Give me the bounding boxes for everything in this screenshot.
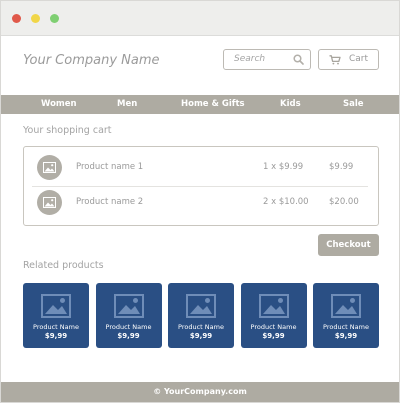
cart-item-total: $9.99 — [329, 162, 354, 172]
cart-label: Cart — [349, 54, 369, 64]
search-input[interactable]: Search — [223, 49, 311, 70]
product-name: Product Name — [323, 323, 369, 331]
cart-button[interactable]: Cart — [318, 49, 379, 70]
cart-section-title: Your shopping cart — [23, 125, 112, 136]
product-card[interactable]: Product Name $9,99 — [168, 283, 234, 348]
window-titlebar — [1, 1, 399, 36]
search-placeholder: Search — [234, 54, 266, 64]
related-products-title: Related products — [23, 260, 104, 271]
product-price: $9,99 — [334, 332, 358, 340]
checkout-button[interactable]: Checkout — [318, 234, 379, 256]
product-price: $9,99 — [262, 332, 285, 340]
site-header: Your Company Name Search Cart — [1, 36, 399, 94]
cart-item-name[interactable]: Product name 2 — [76, 197, 143, 207]
related-products-grid: Product Name $9,99 Product Name $9,99 Pr… — [23, 283, 379, 348]
cart-row: Product name 1 1 x $9.99 $9.99 — [24, 150, 377, 187]
cart-item-total: $20.00 — [329, 197, 359, 207]
search-icon[interactable] — [293, 54, 304, 65]
image-icon — [41, 294, 71, 318]
main-nav: Women Men Home & Gifts Kids Sale — [1, 95, 399, 114]
product-name: Product Name — [33, 323, 79, 331]
cart-item-quantity-price: 1 x $9.99 — [263, 162, 304, 172]
zoom-window-button[interactable] — [50, 14, 59, 23]
cart-icon — [329, 55, 341, 65]
nav-item-women[interactable]: Women — [41, 99, 77, 109]
product-card[interactable]: Product Name $9,99 — [23, 283, 89, 348]
nav-item-men[interactable]: Men — [117, 99, 137, 109]
cart-row: Product name 2 2 x $10.00 $20.00 — [24, 185, 377, 221]
image-icon — [43, 162, 56, 173]
minimize-window-button[interactable] — [31, 14, 40, 23]
product-name: Product Name — [250, 323, 297, 331]
cart-items-box: Product name 1 1 x $9.99 $9.99 Product n… — [23, 146, 379, 226]
image-icon — [186, 294, 216, 318]
cart-item-name[interactable]: Product name 1 — [76, 162, 143, 172]
cart-item-quantity-price: 2 x $10.00 — [263, 197, 309, 207]
nav-item-sale[interactable]: Sale — [343, 99, 364, 109]
image-icon — [113, 294, 144, 318]
product-card[interactable]: Product Name $9,99 — [240, 283, 307, 348]
product-price: $9,99 — [44, 332, 68, 340]
nav-item-kids[interactable]: Kids — [280, 99, 301, 109]
product-price: $9,99 — [117, 332, 140, 340]
company-logo-text[interactable]: Your Company Name — [23, 53, 160, 68]
product-price: $9,99 — [189, 332, 213, 340]
product-card[interactable]: Product Name $9,99 — [313, 283, 379, 348]
site-footer[interactable]: © YourCompany.com — [1, 382, 399, 402]
product-thumbnail — [37, 155, 62, 180]
image-icon — [43, 197, 56, 208]
nav-item-home-gifts[interactable]: Home & Gifts — [181, 99, 245, 109]
product-card[interactable]: Product Name $9,99 — [95, 283, 162, 348]
product-name: Product Name — [178, 323, 224, 331]
close-window-button[interactable] — [12, 14, 21, 23]
image-icon — [331, 294, 361, 318]
product-thumbnail — [37, 190, 62, 215]
browser-window: Your Company Name Search Cart Women Men … — [0, 0, 400, 403]
product-name: Product Name — [105, 323, 152, 331]
image-icon — [258, 294, 289, 318]
